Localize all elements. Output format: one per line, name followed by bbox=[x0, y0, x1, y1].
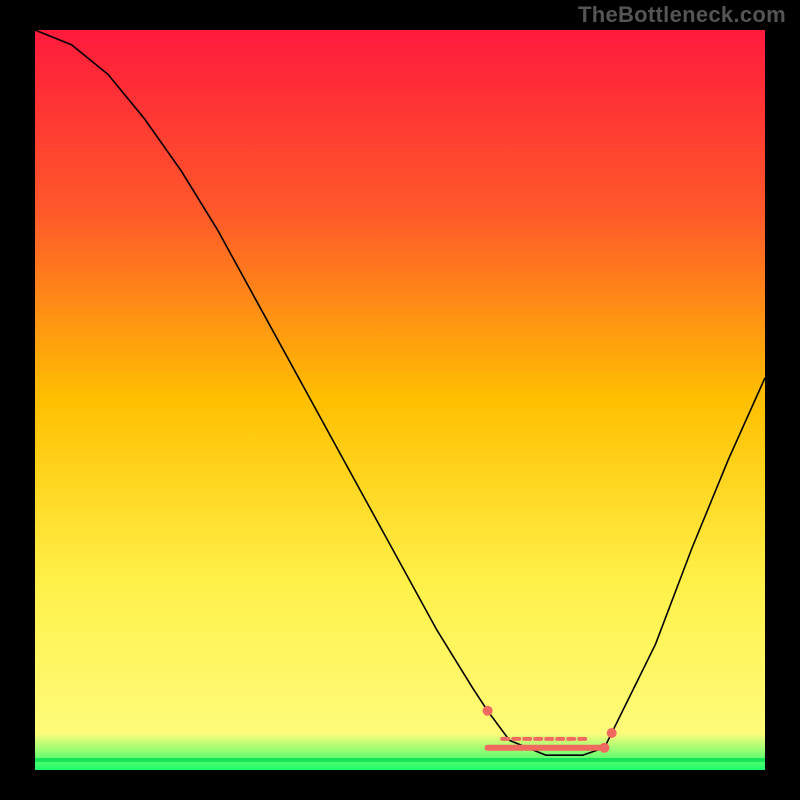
watermark-text: TheBottleneck.com bbox=[578, 2, 786, 28]
bottleneck-chart bbox=[35, 30, 765, 770]
optimal-marker-dot bbox=[599, 743, 609, 753]
optimal-marker-dot bbox=[607, 728, 617, 738]
chart-svg bbox=[35, 30, 765, 770]
chart-gradient-background bbox=[35, 30, 765, 770]
optimal-marker-dot bbox=[483, 706, 493, 716]
